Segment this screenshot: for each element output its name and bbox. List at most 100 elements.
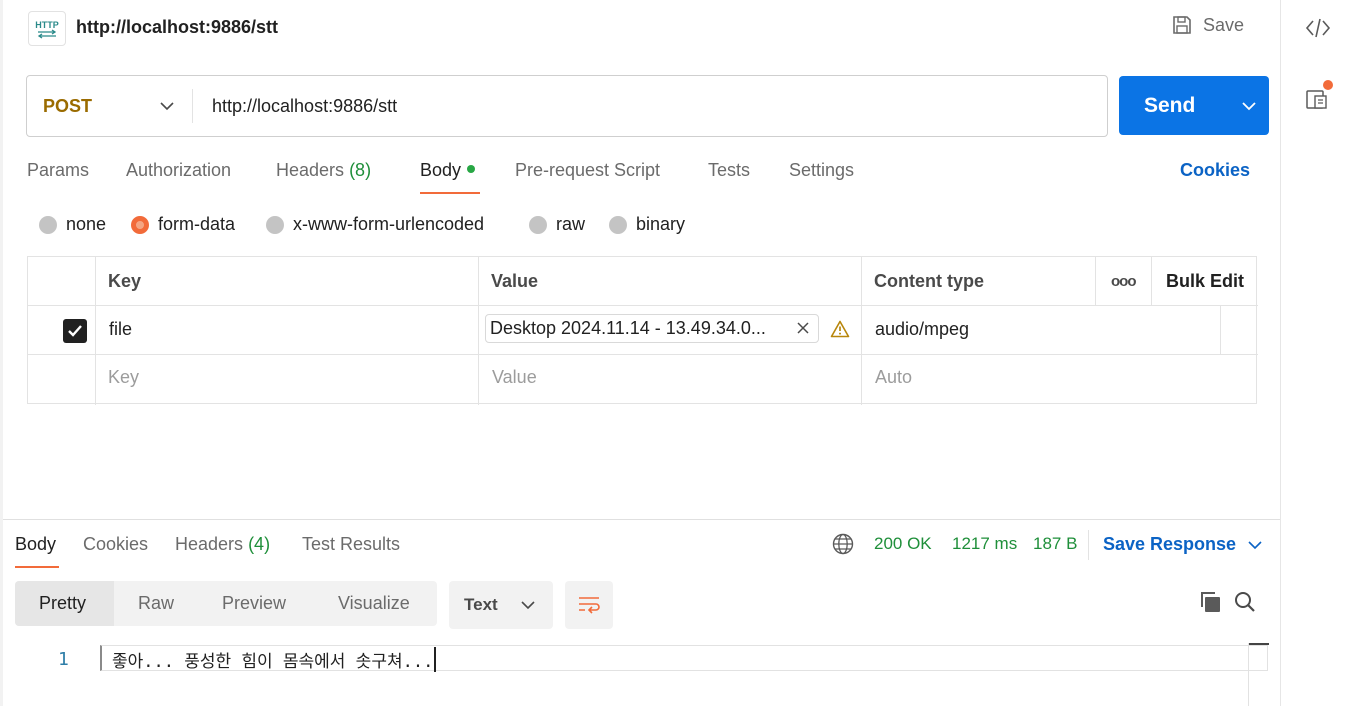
row-enabled-checkbox[interactable]	[63, 319, 87, 343]
right-sidebar	[1280, 0, 1352, 706]
format-label: Text	[464, 595, 498, 614]
key-cell[interactable]: file	[109, 319, 132, 340]
code-icon[interactable]	[1305, 16, 1331, 43]
response-headers-count: (4)	[248, 534, 271, 554]
column-divider	[1220, 306, 1221, 355]
response-divider[interactable]	[3, 519, 1280, 520]
active-response-tab-underline	[15, 566, 59, 568]
tab-tests[interactable]: Tests	[708, 160, 750, 181]
method-select[interactable]: POST	[27, 89, 193, 123]
close-icon[interactable]	[796, 319, 810, 340]
status-code[interactable]: 200 OK	[874, 534, 932, 554]
radio-circle-selected	[131, 215, 149, 234]
chevron-down-icon	[1242, 101, 1256, 110]
more-options-icon[interactable]: ooo	[1111, 273, 1136, 290]
divider	[1088, 530, 1089, 560]
wrap-lines-button[interactable]	[565, 581, 613, 629]
header-key: Key	[108, 271, 142, 291]
chevron-down-icon	[521, 601, 535, 610]
radio-form-data-label: form-data	[158, 214, 236, 234]
file-name: Desktop 2024.11.14 - 13.49.34.0...	[490, 318, 766, 338]
column-divider	[478, 257, 479, 405]
view-visualize[interactable]: Visualize	[338, 581, 410, 626]
response-tab-body[interactable]: Body	[15, 534, 56, 555]
request-panel: HTTP http://localhost:9886/stt Save POST…	[3, 0, 1280, 706]
radio-none[interactable]: none	[39, 214, 106, 235]
svg-text:HTTP: HTTP	[35, 20, 59, 30]
send-button[interactable]: Send	[1119, 76, 1269, 135]
save-response-label: Save Response	[1103, 534, 1237, 554]
bulk-edit-button[interactable]: Bulk Edit	[1166, 271, 1244, 292]
radio-circle	[39, 215, 57, 234]
view-preview[interactable]: Preview	[222, 581, 286, 626]
http-request-icon: HTTP	[28, 11, 66, 46]
file-chip[interactable]: Desktop 2024.11.14 - 13.49.34.0...	[485, 314, 819, 343]
url-bar: POST http://localhost:9886/stt	[26, 75, 1108, 137]
scrollbar[interactable]	[1248, 643, 1268, 706]
radio-circle	[609, 215, 627, 234]
save-button[interactable]: Save	[1171, 14, 1244, 36]
radio-circle	[529, 215, 547, 234]
request-title[interactable]: http://localhost:9886/stt	[76, 17, 278, 38]
chevron-down-icon	[160, 102, 174, 111]
search-icon[interactable]	[1234, 591, 1256, 616]
response-time[interactable]: 1217 ms	[952, 534, 1017, 554]
column-divider	[1151, 257, 1152, 306]
save-label: Save	[1203, 14, 1245, 35]
warning-icon	[830, 320, 850, 341]
header-content-type: Content type	[874, 271, 984, 291]
response-size[interactable]: 187 B	[1033, 534, 1077, 554]
response-tab-headers[interactable]: Headers (4)	[175, 534, 270, 555]
response-tab-headers-label: Headers	[175, 534, 244, 554]
tab-headers-label: Headers	[276, 160, 345, 180]
row-divider	[28, 354, 1258, 355]
column-divider	[95, 257, 96, 405]
send-label: Send	[1144, 93, 1196, 117]
view-pretty[interactable]: Pretty	[15, 581, 114, 626]
tab-params[interactable]: Params	[27, 160, 89, 181]
url-input[interactable]: http://localhost:9886/stt	[193, 96, 1107, 117]
checkmark-icon	[68, 325, 82, 337]
response-text: 좋아... 풍성한 힘이 몸속에서 솟구쳐...	[112, 647, 437, 672]
new-content-type-input[interactable]: Auto	[875, 367, 912, 388]
tab-headers[interactable]: Headers (8)	[276, 160, 371, 181]
radio-raw-label: raw	[556, 214, 586, 234]
response-tab-test-results[interactable]: Test Results	[302, 534, 400, 555]
scrollbar-thumb[interactable]	[1249, 643, 1269, 645]
radio-none-label: none	[66, 214, 107, 234]
radio-raw[interactable]: raw	[529, 214, 585, 235]
headers-count: (8)	[349, 160, 372, 180]
tab-body[interactable]: Body	[420, 160, 476, 181]
response-body-editor[interactable]: 1 좋아... 풍성한 힘이 몸속에서 솟구쳐...	[3, 643, 1280, 706]
tab-prerequest-script[interactable]: Pre-request Script	[515, 160, 660, 181]
body-indicator-dot	[467, 165, 476, 174]
radio-urlencoded[interactable]: x-www-form-urlencoded	[266, 214, 484, 235]
save-icon	[1173, 16, 1191, 34]
radio-urlencoded-label: x-www-form-urlencoded	[293, 214, 485, 234]
code-line: 좋아... 풍성한 힘이 몸속에서 솟구쳐...	[100, 645, 1268, 672]
radio-form-data[interactable]: form-data	[131, 214, 235, 235]
tab-settings[interactable]: Settings	[789, 160, 854, 181]
radio-binary[interactable]: binary	[609, 214, 685, 235]
response-tab-cookies[interactable]: Cookies	[83, 534, 148, 555]
view-mode-segmented: Pretty Raw Preview Visualize	[15, 581, 437, 626]
tab-authorization[interactable]: Authorization	[126, 160, 231, 181]
row-divider	[28, 305, 1258, 306]
globe-icon[interactable]	[832, 533, 854, 558]
view-raw[interactable]: Raw	[138, 581, 174, 626]
new-key-input[interactable]: Key	[108, 367, 139, 388]
format-select[interactable]: Text	[449, 581, 553, 629]
line-number: 1	[58, 649, 69, 670]
tab-body-label: Body	[420, 160, 462, 180]
notification-dot	[1323, 80, 1333, 90]
new-value-input[interactable]: Value	[492, 367, 537, 388]
form-data-table: Key Value Content type ooo Bulk Edit fil…	[27, 256, 1258, 405]
send-options-button[interactable]	[1229, 101, 1269, 111]
cookies-link[interactable]: Cookies	[1180, 160, 1250, 181]
save-response-button[interactable]: Save Response	[1103, 534, 1262, 555]
content-type-cell[interactable]: audio/mpeg	[875, 319, 969, 340]
method-label: POST	[43, 95, 93, 116]
column-divider	[861, 257, 862, 405]
documentation-icon[interactable]	[1305, 87, 1329, 114]
copy-icon[interactable]	[1198, 590, 1222, 617]
